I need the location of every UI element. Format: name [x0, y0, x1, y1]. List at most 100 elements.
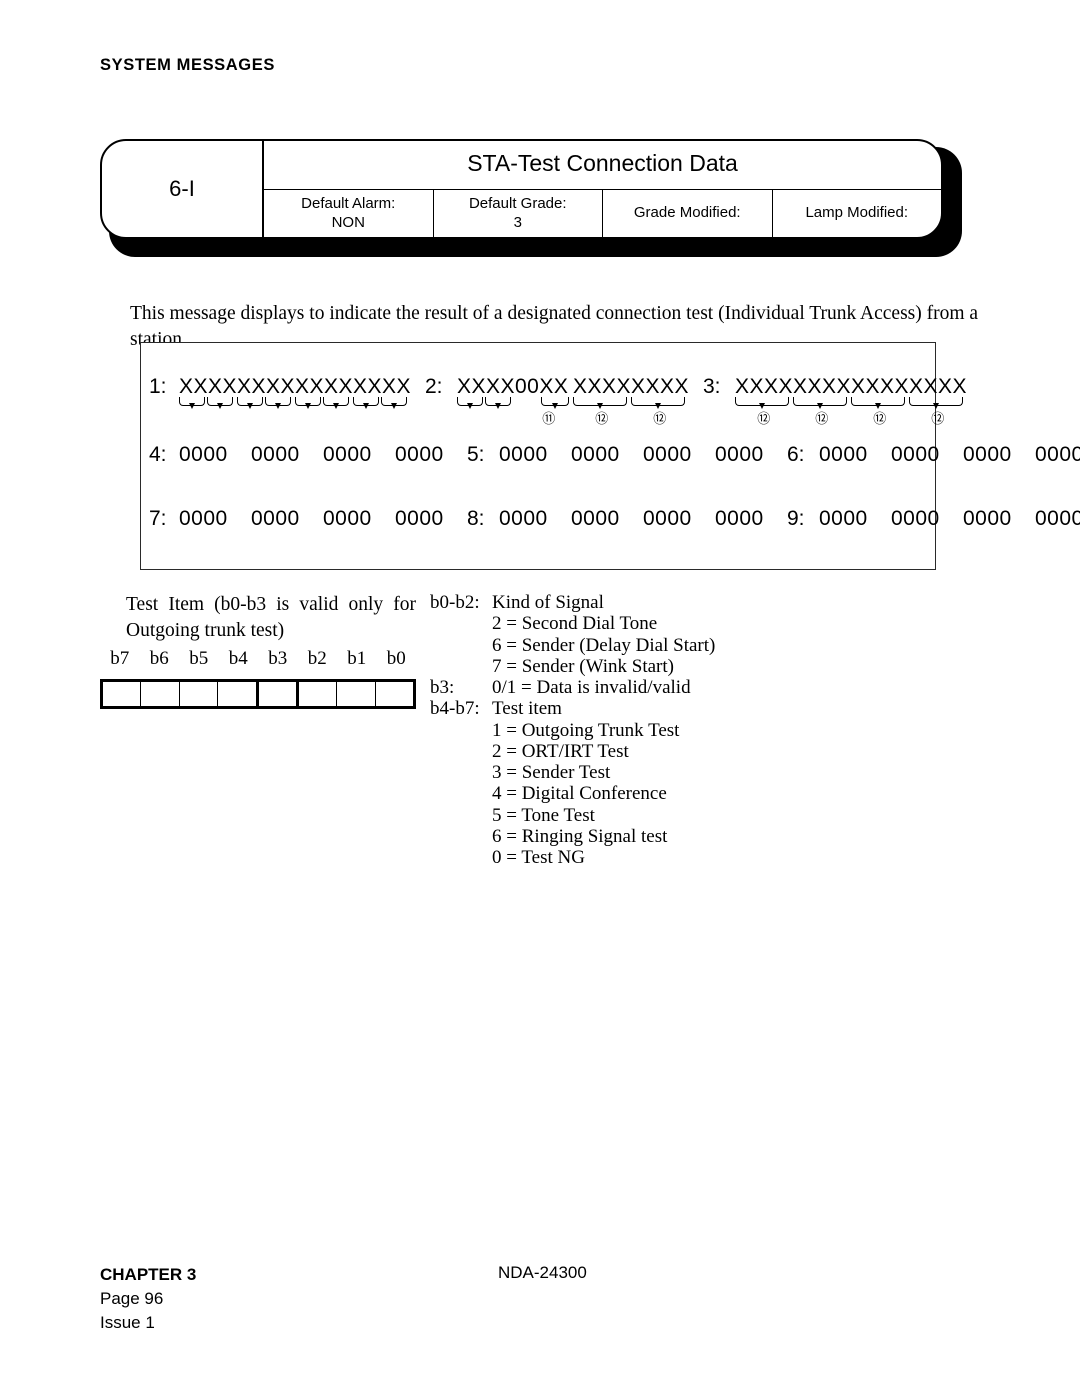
data-group: XXXX ⑫ [573, 375, 632, 426]
data-group: XXXX ⑫ [735, 375, 794, 426]
field-lamp-modified: Lamp Modified: [773, 190, 942, 237]
footer-chapter: CHAPTER 3 [100, 1265, 197, 1284]
legend-item: 2 = ORT/IRT Test [492, 740, 629, 762]
data-value: 0000 [1035, 443, 1080, 466]
row-label-6: 6: [787, 443, 805, 466]
underbrace-icon [237, 397, 263, 410]
bit-cell-b4 [218, 682, 259, 706]
bit-label-b0: b0 [386, 648, 406, 669]
data-value: 0000 [715, 443, 764, 466]
data-group-text: XXXX [295, 375, 354, 398]
data-value: 0000 [643, 507, 692, 530]
reference-number: ⑫ [757, 412, 771, 427]
field-default-alarm-value: NON [331, 213, 365, 231]
underbrace-icon [381, 397, 407, 410]
data-value: 0000 [179, 443, 228, 466]
underbrace-icon [735, 397, 789, 410]
data-group: XXXX ⑫ [793, 375, 852, 426]
reference-number: ⑫ [873, 412, 887, 427]
data-value: 0000 [819, 507, 868, 530]
field-grade-modified-label: Grade Modified: [633, 204, 741, 222]
data-group-text: XXXX [851, 375, 910, 398]
data-value: 0000 [499, 443, 548, 466]
bit-label-b3: b3 [268, 648, 288, 669]
underbrace-icon [909, 397, 963, 410]
footer-page: Page 96 [100, 1289, 164, 1309]
data-group-text: 00XX [515, 375, 569, 398]
bit-label-b5: b5 [189, 648, 209, 669]
reference-number: ⑫ [815, 412, 829, 427]
bit-cell-b6 [141, 682, 180, 706]
data-group-text: XXXX [735, 375, 794, 398]
bit-cell-b1 [337, 682, 376, 706]
field-default-alarm-label: Default Alarm: [301, 195, 396, 213]
bit-cell-b5 [180, 682, 219, 706]
data-value: 0000 [963, 507, 1012, 530]
underbrace-icon [179, 397, 205, 410]
legend-value-b4-b7: Test item [492, 698, 562, 720]
underbrace-icon [295, 397, 321, 410]
data-value: 0000 [571, 507, 620, 530]
field-default-alarm: Default Alarm: NON [264, 190, 434, 237]
data-value: 0000 [963, 443, 1012, 466]
data-value: 0000 [1035, 507, 1080, 530]
legend-value-b0-b2: Kind of Signal [492, 592, 604, 613]
underbrace-icon [323, 397, 349, 410]
data-group: XXXX [237, 375, 295, 410]
bit-label-b4: b4 [228, 648, 248, 669]
test-item-caption: Test Item (b0-b3 is valid only for Outgo… [126, 594, 416, 641]
data-value: 0000 [499, 507, 548, 530]
legend-item: 6 = Ringing Signal test [492, 825, 668, 847]
row-label-8: 8: [467, 507, 485, 530]
legend-key-b3: b3: [430, 677, 455, 699]
field-default-grade-label: Default Grade: [468, 195, 567, 213]
underbrace-icon [573, 397, 627, 410]
legend-item: 2 = Second Dial Tone [492, 613, 658, 635]
data-group-text: XXXX [793, 375, 852, 398]
data-group: XXXX ⑫ [909, 375, 967, 426]
data-value: 0000 [643, 443, 692, 466]
reference-number: ⑫ [653, 412, 667, 427]
reference-number: ⑫ [931, 412, 945, 427]
legend-item: 1 = Outgoing Trunk Test [492, 719, 680, 741]
data-value: 0000 [251, 507, 300, 530]
data-group-text: XXXX [179, 375, 238, 398]
data-group-text: XXXX [573, 375, 632, 398]
data-value: 0000 [395, 507, 444, 530]
field-default-grade: Default Grade: 3 [434, 190, 603, 237]
running-head: SYSTEM MESSAGES [100, 56, 275, 74]
legend-value-b3: 0/1 = Data is invalid/valid [492, 677, 691, 699]
footer-document-number: NDA-24300 [498, 1263, 587, 1282]
reference-number: ⑪ [542, 412, 556, 427]
data-value: 0000 [179, 507, 228, 530]
data-value: 0000 [571, 443, 620, 466]
data-value: 0000 [323, 443, 372, 466]
underbrace-icon [541, 397, 569, 410]
data-value: 0000 [323, 507, 372, 530]
data-value: 0000 [819, 443, 868, 466]
underbrace-icon [265, 397, 291, 410]
legend-item: 7 = Sender (Wink Start) [492, 655, 674, 677]
banner-field-row: Default Alarm: NON Default Grade: 3 Grad… [264, 190, 941, 237]
legend-item: 0 = Test NG [492, 847, 585, 869]
data-group: 00XX ⑪ [515, 375, 573, 426]
data-group: XXXX [179, 375, 238, 410]
field-lamp-modified-label: Lamp Modified: [805, 204, 909, 222]
bit-cell-b2 [299, 682, 338, 706]
data-value: 0000 [395, 443, 444, 466]
legend-item: 5 = Tone Test [492, 804, 595, 826]
row-label-2: 2: [425, 375, 443, 398]
bit-cell-b0 [376, 682, 413, 706]
data-row-4: 4: 0000 0000 0000 0000 5: 0000 0000 0000 0000 6: 00… [149, 443, 1080, 467]
legend-key-b4-b7: b4-b7: [430, 698, 480, 720]
underbrace-icon [793, 397, 847, 410]
legend-row-b0-b2: b0-b2: Kind of Signal [430, 592, 850, 613]
data-value: 0000 [715, 507, 764, 530]
legend-item: 4 = Digital Conference [492, 783, 667, 805]
row-label-7: 7: [149, 507, 167, 530]
message-header-banner: 6-I STA-Test Connection Data Default Ala… [100, 139, 962, 257]
data-value: 0000 [891, 507, 940, 530]
bit-label-b2: b2 [307, 648, 327, 669]
legend-row-b4-b7: b4-b7: Test item [430, 698, 850, 719]
data-group-text: XXXX [457, 375, 516, 398]
